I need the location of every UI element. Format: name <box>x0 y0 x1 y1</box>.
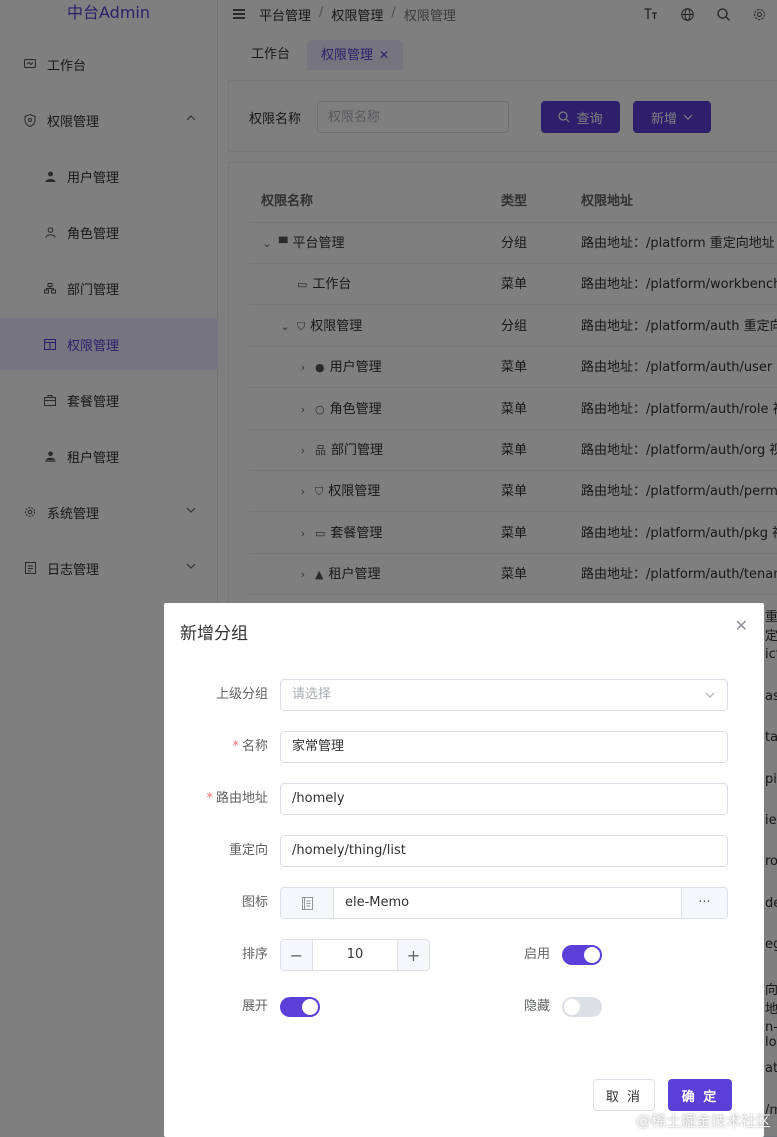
sort-label: 排序 <box>241 947 268 962</box>
icon-picker[interactable]: ele-Memo ··· <box>280 887 728 919</box>
watermark: @稀土掘金技术社区 <box>635 1112 771 1130</box>
name-input[interactable]: 家常管理 <box>280 731 728 763</box>
add-group-dialog: 新增分组 ✕ 上级分组 请选择 * 名称 家常管理 * 路由地址 /homely 重… <box>164 603 764 1137</box>
expand-switch[interactable] <box>280 997 320 1017</box>
more-icon[interactable]: ··· <box>681 888 727 918</box>
cancel-button[interactable]: 取 消 <box>593 1079 655 1111</box>
parent-group-placeholder: 请选择 <box>292 687 332 702</box>
switch-knob <box>564 999 580 1015</box>
redirect-input[interactable]: /homely/thing/list <box>280 835 728 867</box>
enable-switch[interactable] <box>562 945 602 965</box>
dialog-title: 新增分组 <box>180 624 248 644</box>
route-path-input[interactable]: /homely <box>280 783 728 815</box>
close-icon[interactable]: ✕ <box>735 616 748 635</box>
sort-value[interactable]: 10 <box>313 940 397 970</box>
confirm-button[interactable]: 确 定 <box>668 1079 732 1111</box>
parent-group-label: 上级分组 <box>215 687 268 702</box>
switch-knob <box>302 999 318 1015</box>
route-path-label: * 路由地址 <box>206 791 268 806</box>
icon-value: ele-Memo <box>345 895 410 910</box>
enable-label: 启用 <box>523 947 550 962</box>
name-label: * 名称 <box>232 739 268 754</box>
switch-knob <box>584 947 600 963</box>
memo-icon <box>281 888 334 918</box>
expand-label: 展开 <box>241 999 268 1014</box>
increment-button[interactable]: + <box>397 940 429 970</box>
hidden-switch[interactable] <box>562 997 602 1017</box>
icon-label: 图标 <box>241 895 268 910</box>
redirect-label: 重定向 <box>228 843 268 858</box>
chevron-down-icon <box>705 692 715 698</box>
sort-stepper[interactable]: − 10 + <box>280 939 430 971</box>
hidden-label: 隐藏 <box>523 999 550 1014</box>
parent-group-select[interactable]: 请选择 <box>280 679 728 711</box>
decrement-button[interactable]: − <box>281 940 313 970</box>
